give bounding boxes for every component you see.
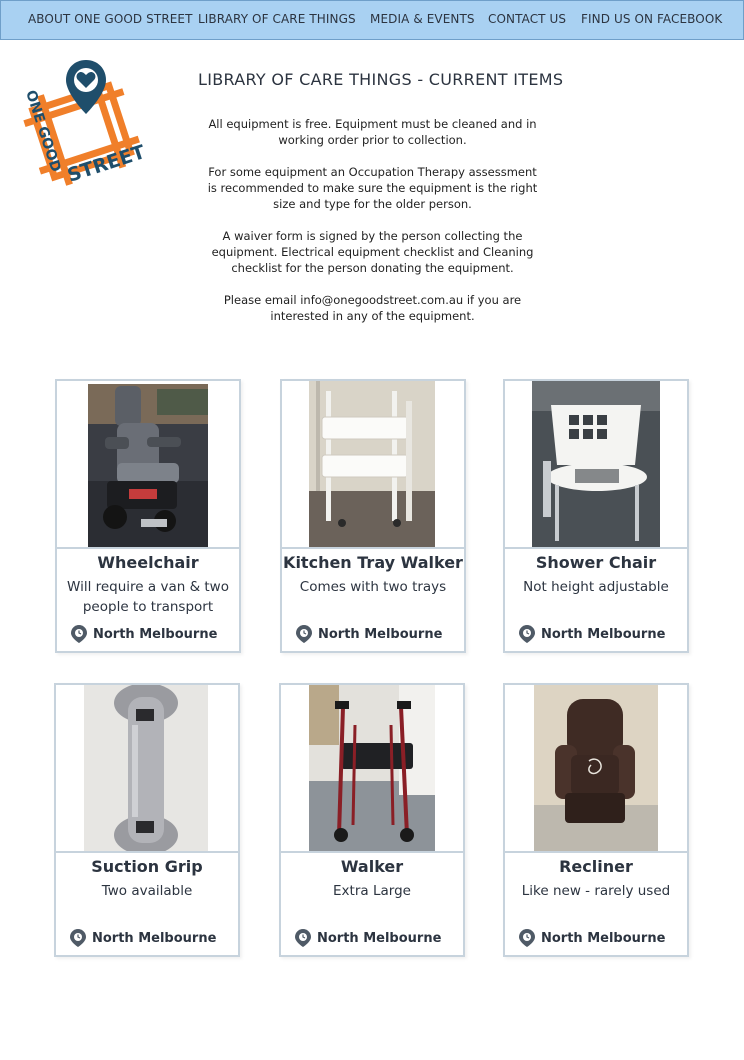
item-title: Walker <box>340 857 404 876</box>
item-location-label: North Melbourne <box>541 626 666 642</box>
location-pin-icon <box>519 929 535 947</box>
item-card-wheelchair[interactable]: Wheelchair Will require a van & two peop… <box>55 379 241 653</box>
nav-library[interactable]: LIBRARY OF CARE THINGS <box>198 12 356 26</box>
item-title: Wheelchair <box>97 553 199 572</box>
shower-chair-photo <box>532 381 660 547</box>
nav-media-events[interactable]: MEDIA & EVENTS <box>370 12 475 26</box>
item-location: North Melbourne <box>70 929 216 947</box>
item-description: Not height adjustable <box>523 579 669 595</box>
item-title: Recliner <box>559 857 633 876</box>
item-location-label: North Melbourne <box>317 930 442 946</box>
item-photo-frame <box>57 381 239 549</box>
item-card-kitchen-tray-walker[interactable]: Kitchen Tray Walker Comes with two trays… <box>280 379 466 653</box>
nav-facebook[interactable]: FIND US ON FACEBOOK <box>581 12 722 26</box>
item-photo-frame <box>56 683 238 855</box>
item-description: Extra Large <box>333 883 411 899</box>
item-title: Suction Grip <box>91 857 203 876</box>
item-location-label: North Melbourne <box>93 626 218 642</box>
one-good-street-logo[interactable]: ONE GOOD STREET <box>18 56 148 192</box>
location-pin-icon <box>295 929 311 947</box>
item-card-shower-chair[interactable]: Shower Chair Not height adjustable North… <box>503 379 689 653</box>
item-title: Shower Chair <box>535 553 657 572</box>
item-title: Kitchen Tray Walker <box>283 553 463 572</box>
logo-graphic: ONE GOOD STREET <box>22 60 148 187</box>
top-nav: ABOUT ONE GOOD STREET LIBRARY OF CARE TH… <box>0 0 744 40</box>
item-location: North Melbourne <box>296 625 442 643</box>
intro-paragraph-4: Please email info@onegoodstreet.com.au i… <box>223 293 522 323</box>
intro-paragraph-3: A waiver form is signed by the person co… <box>211 229 534 275</box>
item-description: Will require a van & two people to trans… <box>67 579 229 615</box>
intro-text: All equipment is free. Equipment must be… <box>205 116 540 340</box>
wheelchair-photo <box>88 384 208 547</box>
location-pin-icon <box>519 625 535 643</box>
item-location-label: North Melbourne <box>541 930 666 946</box>
item-location-label: North Melbourne <box>318 626 443 642</box>
item-card-walker[interactable]: Walker Extra Large North Melbourne <box>279 683 465 957</box>
location-pin-icon <box>70 929 86 947</box>
location-pin-icon <box>296 625 312 643</box>
walker-photo <box>309 685 435 851</box>
nav-about[interactable]: ABOUT ONE GOOD STREET <box>28 12 193 26</box>
item-description: Comes with two trays <box>299 579 447 595</box>
item-location: North Melbourne <box>295 929 441 947</box>
item-card-recliner[interactable]: Recliner Like new - rarely used North Me… <box>503 683 689 957</box>
item-photo-frame <box>282 381 464 549</box>
item-location: North Melbourne <box>71 625 217 643</box>
recliner-photo <box>534 685 658 851</box>
suction-grip-photo <box>84 683 208 855</box>
item-location-label: North Melbourne <box>92 930 217 946</box>
item-photo-frame <box>505 381 687 549</box>
intro-paragraph-1: All equipment is free. Equipment must be… <box>208 117 537 147</box>
item-description: Like new - rarely used <box>521 883 671 899</box>
intro-paragraph-2: For some equipment an Occupation Therapy… <box>207 165 538 211</box>
nav-contact[interactable]: CONTACT US <box>488 12 566 26</box>
tray-walker-photo <box>309 381 435 547</box>
item-photo-frame <box>281 685 463 853</box>
location-pin-icon <box>71 625 87 643</box>
item-location: North Melbourne <box>519 929 665 947</box>
item-description: Two available <box>101 883 193 899</box>
item-photo-frame <box>505 685 687 853</box>
item-location: North Melbourne <box>519 625 665 643</box>
item-card-suction-grip[interactable]: Suction Grip Two available North Melbour… <box>54 683 240 957</box>
page-title: LIBRARY OF CARE THINGS - CURRENT ITEMS <box>198 70 564 89</box>
